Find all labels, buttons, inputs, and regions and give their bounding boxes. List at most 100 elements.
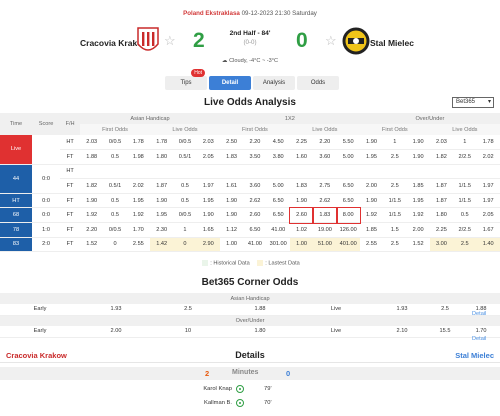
odds-cell bbox=[80, 164, 104, 180]
odds-cell: 1.02 bbox=[289, 222, 314, 238]
tab-tips[interactable]: Tips Hot bbox=[165, 69, 207, 90]
time-cell: Live bbox=[0, 135, 33, 165]
chevron-down-icon: ▾ bbox=[487, 99, 491, 105]
odds-cell: 1.52 bbox=[406, 237, 430, 253]
odds-row: 78 1:0 FT 2.20 0/0.5 1.70 2.30 1 1.65 1.12 6.50 41.… bbox=[0, 222, 500, 238]
odds-cell: 1.90 bbox=[80, 193, 104, 209]
score-cell: 0:0 bbox=[32, 164, 61, 194]
odds-cell: 51.00 bbox=[313, 237, 337, 253]
odds-cell: 0.5 bbox=[103, 193, 127, 209]
odds-cell: 1.90 bbox=[406, 149, 430, 165]
odds-cell: 2.55 bbox=[126, 237, 151, 253]
odds-cell: 1.83 bbox=[289, 178, 314, 194]
match-period: 2nd Half - 84' bbox=[229, 30, 271, 37]
odds-cell: 1 bbox=[383, 135, 407, 151]
corner-section-header: Asian Handicap bbox=[0, 293, 500, 304]
corner-live-label: Live bbox=[296, 326, 376, 338]
odds-cell: 2.00 bbox=[359, 178, 384, 194]
odds-cell: 2.60 bbox=[243, 207, 267, 224]
corner-ah-detail-link[interactable]: Detail bbox=[472, 311, 486, 317]
match-datetime: 09-12-2023 21:30 Saturday bbox=[241, 10, 317, 17]
favorite-home-star-icon[interactable]: ☆ bbox=[164, 33, 176, 49]
event-player[interactable]: Karol Knap bbox=[203, 386, 232, 392]
sub-live-odds: Live Odds bbox=[150, 124, 220, 135]
corner-live-value: 2.5 bbox=[428, 304, 462, 316]
corner-early-value: 10 bbox=[152, 326, 224, 338]
corner-ou-detail-link[interactable]: Detail bbox=[472, 336, 486, 342]
fh-cell: FT bbox=[60, 222, 81, 238]
tab-analysis[interactable]: Analysis bbox=[253, 76, 295, 90]
odds-cell: 1.5 bbox=[383, 222, 407, 238]
away-team-name[interactable]: Stal Mielec bbox=[370, 38, 414, 48]
bookmaker-select[interactable]: Bet365 ▾ bbox=[452, 97, 494, 108]
fh-cell: FT bbox=[60, 237, 81, 253]
home-score: 2 bbox=[193, 29, 205, 52]
tab-detail[interactable]: Detail bbox=[209, 76, 251, 90]
odds-cell: 1.88 bbox=[80, 149, 104, 165]
odds-cell: 2.03 bbox=[80, 135, 104, 151]
away-team-logo bbox=[342, 27, 370, 55]
odds-cell: 1.90 bbox=[219, 193, 244, 209]
odds-cell: 0.5/1 bbox=[103, 178, 127, 194]
odds-cell: 2.62 bbox=[313, 193, 337, 209]
odds-cell: 3.60 bbox=[313, 149, 337, 165]
corner-early-value: 2.00 bbox=[80, 326, 152, 338]
odds-cell: 1.95 bbox=[196, 193, 220, 209]
odds-cell: 0.5 bbox=[453, 207, 477, 224]
odds-cell: 0/0.5 bbox=[173, 135, 197, 151]
odds-cell: 0.5/1 bbox=[173, 149, 197, 165]
details-away-team[interactable]: Stal Mielec bbox=[455, 351, 494, 360]
details-title: Details bbox=[235, 350, 265, 360]
corner-early-label: Early bbox=[0, 304, 80, 316]
group-over-under: Over/Under bbox=[359, 113, 500, 124]
corner-early-label: Early bbox=[0, 326, 80, 338]
favorite-away-star-icon[interactable]: ☆ bbox=[325, 33, 337, 49]
goal-icon bbox=[236, 399, 244, 407]
odds-cell: 1.67 bbox=[476, 222, 500, 238]
odds-cell: 1.95 bbox=[150, 207, 174, 224]
event-row: Kallman B. 70' bbox=[0, 398, 500, 410]
odds-cell: 1.00 bbox=[289, 237, 314, 253]
odds-cell: 126.00 bbox=[336, 222, 360, 238]
event-minute: 79' bbox=[264, 386, 272, 392]
odds-cell: 0.5 bbox=[173, 193, 197, 209]
odds-cell: 2.02 bbox=[126, 178, 151, 194]
odds-cell: 2.60 bbox=[288, 206, 315, 224]
corner-live-value: 1.93 bbox=[376, 304, 428, 316]
fh-cell: FT bbox=[60, 178, 81, 194]
odds-legend: : Historical Data : Lastest Data bbox=[0, 260, 500, 266]
time-cell: 83 bbox=[0, 237, 33, 253]
corner-live-label: Live bbox=[296, 304, 376, 316]
score-cell: 2:0 bbox=[32, 237, 61, 253]
odds-cell: 5.50 bbox=[336, 135, 360, 151]
odds-cell: 2.05 bbox=[196, 149, 220, 165]
odds-cell: 1.40 bbox=[476, 237, 500, 253]
odds-cell: 3.50 bbox=[243, 149, 267, 165]
corner-early-value: 2.5 bbox=[152, 304, 224, 316]
odds-cell: 1.65 bbox=[196, 222, 220, 238]
tab-odds[interactable]: Odds bbox=[297, 76, 339, 90]
live-odds-title: Live Odds Analysis bbox=[204, 97, 296, 108]
time-cell: 78 bbox=[0, 222, 33, 238]
odds-row: HT 0:0 FT 1.90 0.5 1.95 1.90 0.5 1.95 1.90 2.62 6.5… bbox=[0, 193, 500, 209]
event-player[interactable]: Kallman B. bbox=[204, 400, 232, 406]
league-name[interactable]: Poland Ekstraklasa bbox=[183, 10, 240, 17]
details-home-score: 2 bbox=[205, 369, 210, 378]
odds-cell: 301.00 bbox=[266, 237, 290, 253]
event-row: Karol Knap 79' bbox=[0, 384, 500, 396]
corner-odds-table: Asian Handicap Early 1.93 2.5 1.88 Live … bbox=[0, 293, 500, 338]
odds-cell: 3.80 bbox=[266, 149, 290, 165]
col-fh: F/H bbox=[60, 113, 81, 135]
sub-first-odds: First Odds bbox=[219, 124, 290, 135]
odds-cell: 1.78 bbox=[476, 135, 500, 151]
odds-cell: 1.95 bbox=[406, 193, 430, 209]
odds-cell: 1.52 bbox=[80, 237, 104, 253]
odds-cell: 1.87 bbox=[150, 178, 174, 194]
lastest-swatch bbox=[257, 260, 264, 266]
event-minute: 70' bbox=[264, 400, 272, 406]
odds-cell bbox=[313, 164, 337, 180]
odds-cell bbox=[196, 164, 220, 180]
odds-cell bbox=[243, 164, 267, 180]
odds-cell: 1.00 bbox=[219, 237, 244, 253]
odds-cell: 1.82 bbox=[80, 178, 104, 194]
